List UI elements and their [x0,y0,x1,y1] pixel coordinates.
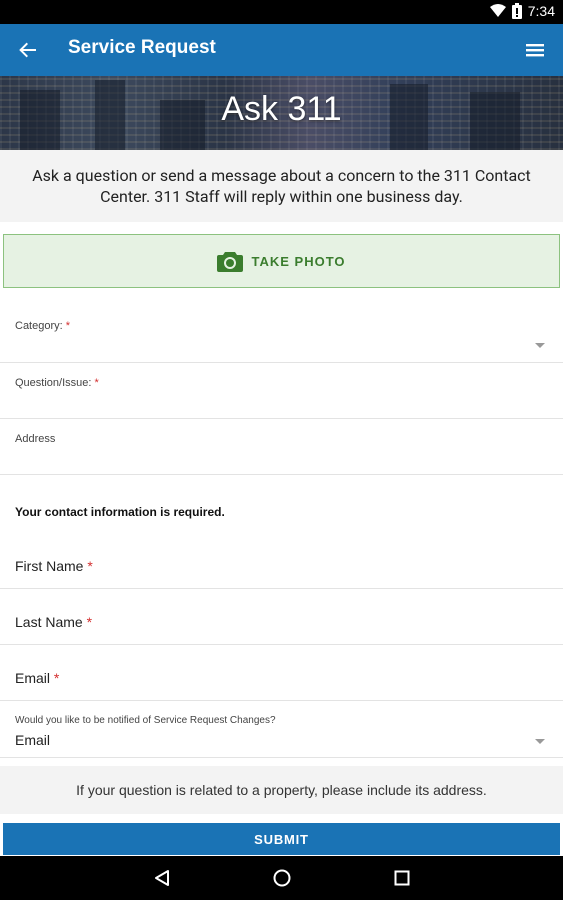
chevron-down-icon [535,739,545,744]
android-nav-bar [0,856,563,900]
property-notice: If your question is related to a propert… [0,766,563,814]
intro-text: Ask a question or send a message about a… [0,150,563,222]
battery-icon [511,3,522,19]
email-field[interactable]: Email * [0,645,563,701]
app-title: Service Request [68,37,216,58]
notify-select[interactable]: Would you like to be notified of Service… [0,701,563,758]
submit-button[interactable]: SUBMIT [3,823,560,855]
address-label: Address [15,433,56,445]
first-name-field[interactable]: First Name * [0,532,563,589]
back-button[interactable] [14,36,42,64]
category-select[interactable]: Category: * [0,306,563,363]
last-name-label: Last Name * [15,614,93,630]
app-bar: Service Request [0,24,563,76]
chevron-down-icon [535,343,545,348]
hero-title: Ask 311 [221,90,342,128]
address-field[interactable]: Address [0,419,563,475]
menu-button[interactable] [521,36,549,64]
hamburger-menu-icon [526,44,544,57]
question-field[interactable]: Question/Issue: * [0,363,563,419]
hero-banner: Ask 311 [0,76,563,150]
camera-icon [217,252,244,272]
triangle-back-icon [155,870,169,886]
circle-home-icon [273,869,291,887]
nav-recents-button[interactable] [390,866,414,890]
arrow-left-icon [19,42,36,58]
status-bar: 7:34 [0,0,563,24]
nav-back-button[interactable] [150,866,174,890]
wifi-icon [489,4,506,17]
take-photo-button[interactable]: TAKE PHOTO [3,234,560,288]
category-label: Category: * [15,320,71,332]
square-recents-icon [394,870,410,886]
status-icons: 7:34 [489,3,555,19]
notify-label: Would you like to be notified of Service… [15,715,276,726]
last-name-field[interactable]: Last Name * [0,589,563,645]
status-time: 7:34 [527,3,555,19]
first-name-label: First Name * [15,558,93,574]
question-label: Question/Issue: * [15,377,99,389]
email-label: Email * [15,670,60,686]
take-photo-label: TAKE PHOTO [251,253,346,269]
contact-note: Your contact information is required. [15,505,225,519]
notify-value: Email [15,732,51,748]
nav-home-button[interactable] [270,866,294,890]
